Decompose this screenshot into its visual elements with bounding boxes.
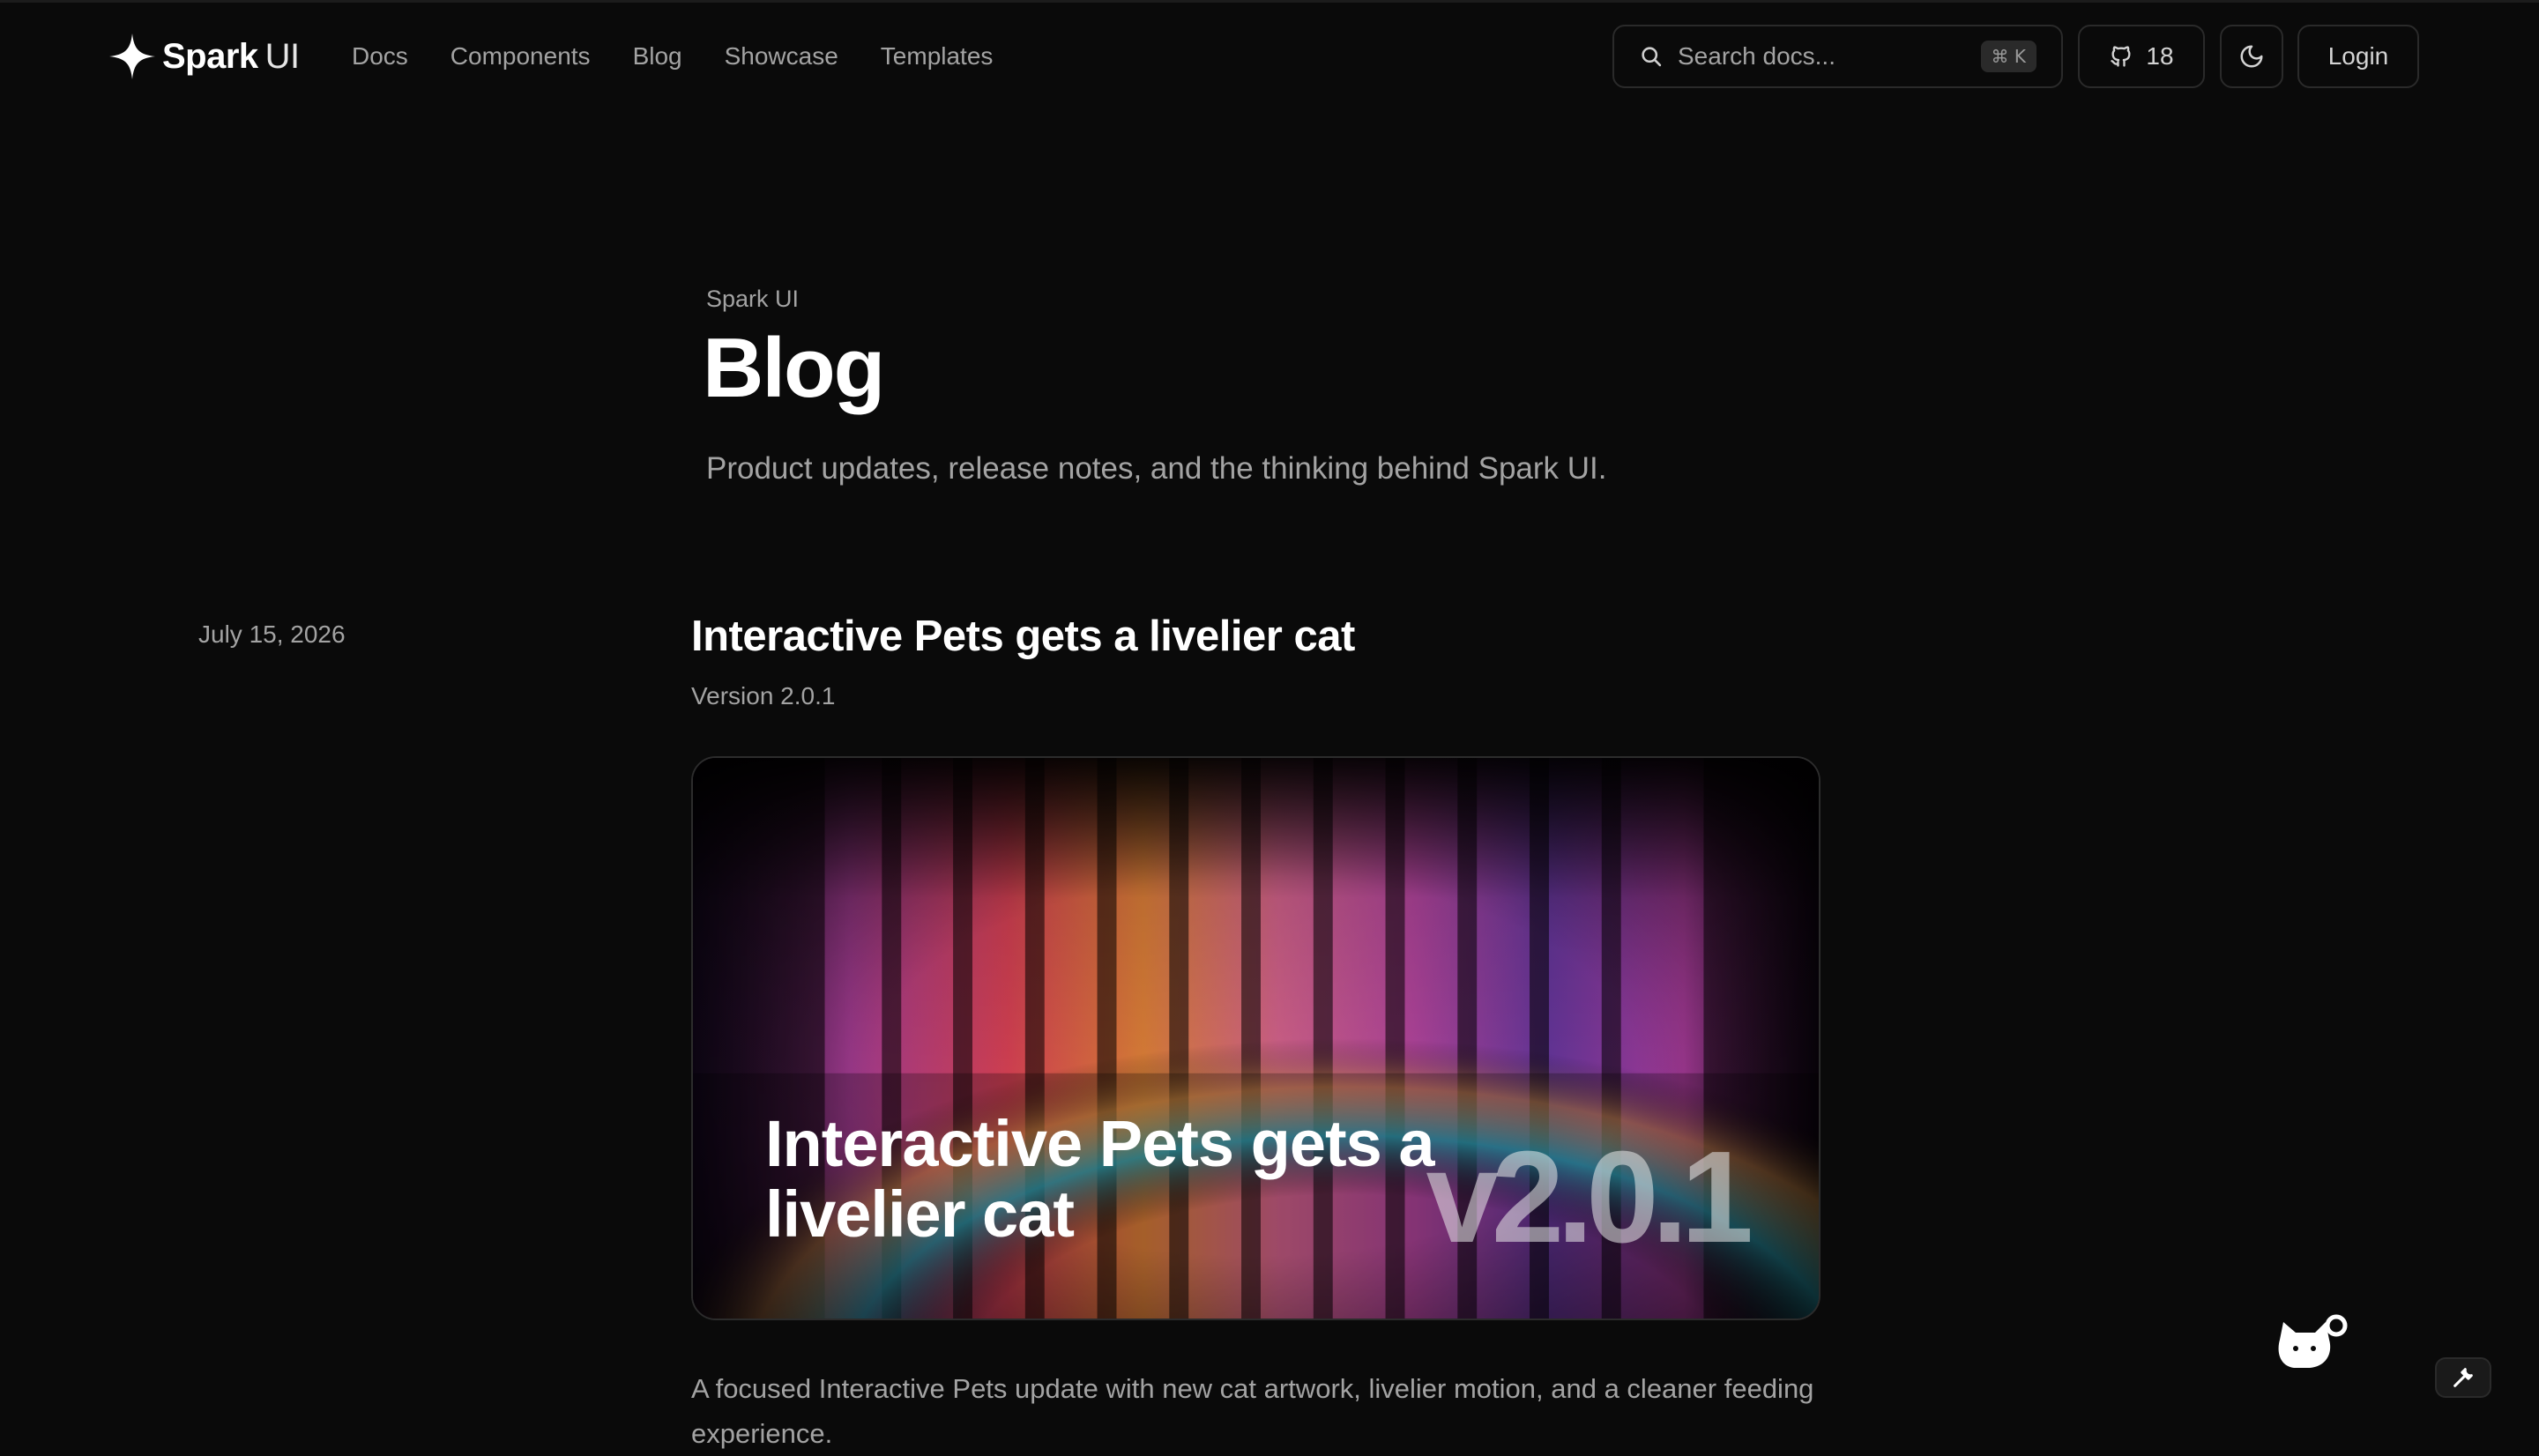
hero-eyebrow: Spark UI — [706, 286, 800, 312]
nav-blog[interactable]: Blog — [633, 42, 682, 71]
cat-icon — [2278, 1314, 2348, 1368]
brand-logo[interactable]: Spark UI — [108, 30, 300, 83]
wrench-icon — [2453, 1368, 2473, 1387]
moon-icon — [2240, 45, 2263, 68]
nav-templates[interactable]: Templates — [881, 42, 994, 71]
interactive-pet[interactable] — [2275, 1313, 2350, 1373]
login-button[interactable]: Login — [2297, 25, 2419, 88]
search-shortcut: ⌘ K — [1980, 41, 2036, 72]
nav-showcase[interactable]: Showcase — [725, 42, 838, 71]
cover-title: Interactive Pets gets a livelier cat — [765, 1107, 1434, 1251]
post-version: Version 2.0.1 — [691, 682, 836, 709]
post-date: July 15, 2026 — [198, 620, 346, 648]
search-icon — [1642, 47, 1662, 67]
page-title: Blog — [703, 321, 885, 415]
brand-name: Spark UI — [162, 36, 300, 76]
github-icon — [2111, 46, 2131, 67]
search-placeholder: Search docs... — [1678, 42, 1835, 70]
cover-version-badge: v2.0.1 — [1426, 1125, 1753, 1270]
github-stars-button[interactable]: 18 — [2078, 25, 2205, 88]
nav-components[interactable]: Components — [450, 42, 591, 71]
sparkle-icon — [109, 33, 155, 79]
page-subtitle: Product updates, release notes, and the … — [706, 451, 1607, 486]
post-cover-image[interactable]: Interactive Pets gets a livelier cat v2.… — [691, 756, 1820, 1320]
post-excerpt: A focused Interactive Pets update with n… — [691, 1373, 1814, 1450]
main-nav: Docs Components Blog Showcase Templates — [352, 35, 993, 78]
site-header: Spark UI Docs Components Blog Showcase Te… — [0, 0, 2539, 113]
post-title-link[interactable]: Interactive Pets gets a livelier cat — [691, 612, 1355, 661]
search-input[interactable]: Search docs... ⌘ K — [1612, 25, 2063, 88]
devtools-button[interactable] — [2435, 1357, 2491, 1398]
theme-toggle-button[interactable] — [2220, 25, 2283, 88]
github-star-count: 18 — [2146, 42, 2174, 70]
nav-docs[interactable]: Docs — [352, 42, 408, 71]
